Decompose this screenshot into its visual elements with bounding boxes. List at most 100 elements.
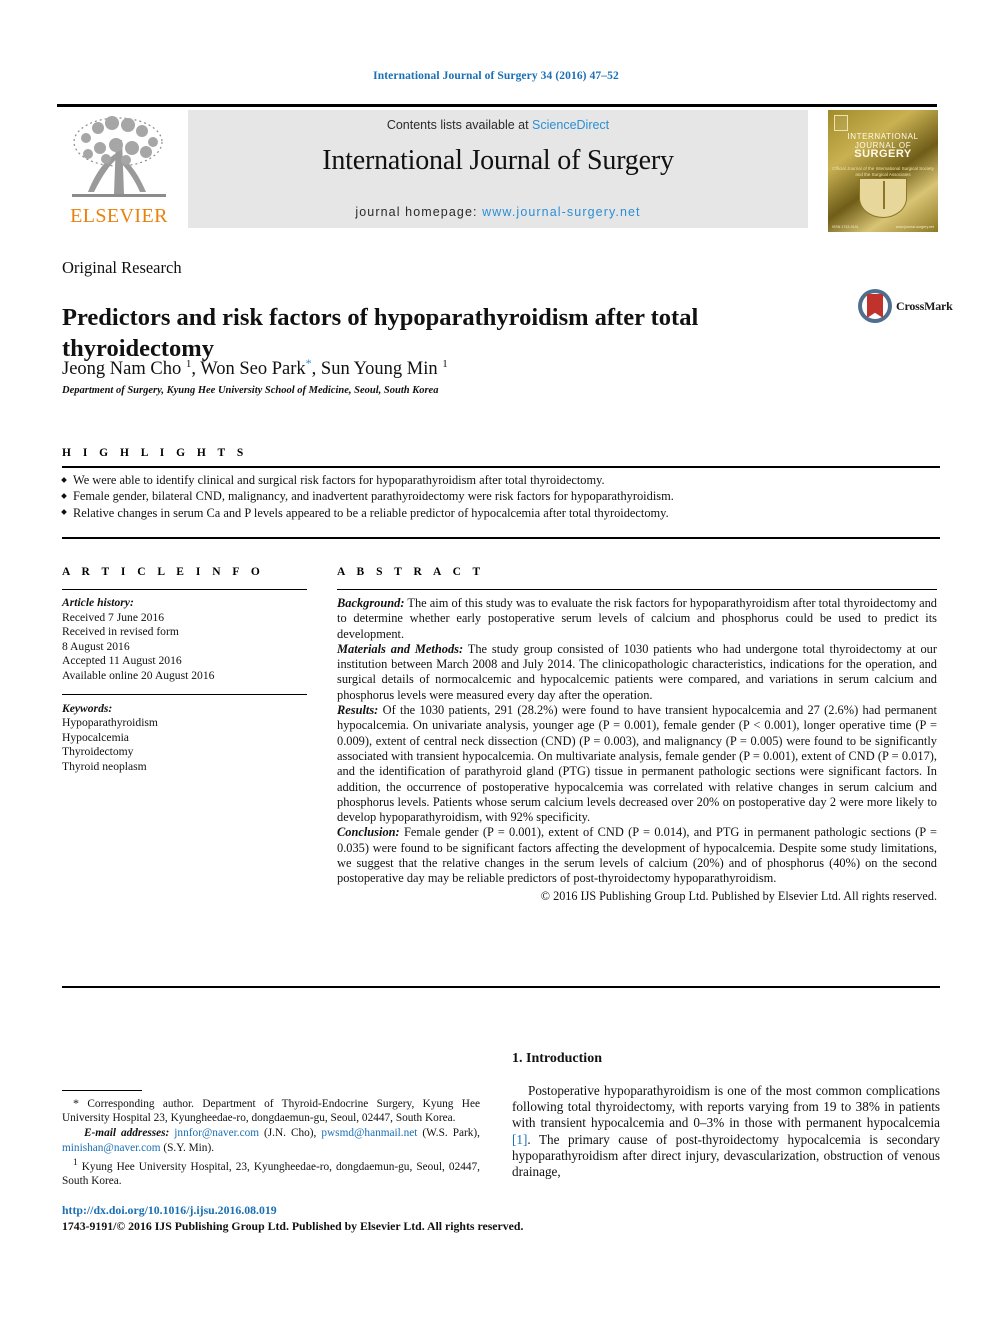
keyword-item: Thyroidectomy bbox=[62, 745, 134, 759]
doi-link[interactable]: http://dx.doi.org/10.1016/j.ijsu.2016.08… bbox=[62, 1203, 277, 1218]
bullet-icon bbox=[61, 493, 67, 499]
cover-title: INTERNATIONAL JOURNAL OF SURGERY bbox=[828, 132, 938, 160]
affiliation-note-1: 1 Kyung Hee University Hospital, 23, Kyu… bbox=[62, 1156, 480, 1188]
introduction-paragraph: Postoperative hypoparathyroidism is one … bbox=[512, 1083, 940, 1180]
highlight-item: Relative changes in serum Ca and P level… bbox=[61, 505, 940, 521]
author-list: Jeong Nam Cho 1, Won Seo Park*, Sun Youn… bbox=[62, 356, 448, 380]
bullet-icon bbox=[61, 509, 67, 516]
abstract-column: Background: The aim of this study was to… bbox=[337, 596, 937, 904]
asterisk-icon: * bbox=[73, 1096, 79, 1110]
cover-elsevier-mark bbox=[834, 115, 848, 131]
article-history-block: Article history: Received 7 June 2016 Rec… bbox=[62, 596, 307, 684]
highlights-top-rule bbox=[62, 466, 940, 468]
abstract-conclusion: Conclusion: Female gender (P = 0.001), e… bbox=[337, 825, 937, 886]
introduction-heading: 1. Introduction bbox=[512, 1051, 602, 1066]
email-owner: (W.S. Park), bbox=[417, 1127, 481, 1140]
abstract-bottom-rule bbox=[62, 986, 940, 988]
footnote-marker-1: 1 bbox=[73, 1157, 78, 1168]
introduction-text-post: . The primary cause of post-thyroidectom… bbox=[512, 1131, 940, 1180]
email-note: E-mail addresses: jnnfor@naver.com (J.N.… bbox=[62, 1126, 480, 1154]
highlights-bottom-rule bbox=[62, 537, 940, 539]
affiliation-note-1-text: Kyung Hee University Hospital, 23, Kyung… bbox=[62, 1160, 480, 1187]
abstract-conclusion-text: Female gender (P = 0.001), extent of CND… bbox=[337, 825, 937, 886]
abstract-results: Results: Of the 1030 patients, 291 (28.2… bbox=[337, 703, 937, 825]
keywords-rule bbox=[62, 693, 307, 695]
paper-page: International Journal of Surgery 34 (201… bbox=[0, 0, 992, 1323]
cover-line1: INTERNATIONAL bbox=[847, 132, 919, 141]
email-link[interactable]: minishan@naver.com bbox=[62, 1142, 161, 1154]
crossmark-label: CrossMark bbox=[896, 299, 953, 313]
footnote-separator-rule bbox=[62, 1090, 142, 1091]
cover-foot-right: www.journal-surgery.net bbox=[895, 225, 934, 229]
running-head: International Journal of Surgery 34 (201… bbox=[373, 70, 619, 82]
abstract-methods: Materials and Methods: The study group c… bbox=[337, 642, 937, 703]
abstract-copyright: © 2016 IJS Publishing Group Ltd. Publish… bbox=[540, 888, 937, 903]
article-history-lines: Received 7 June 2016 Received in revised … bbox=[62, 611, 307, 684]
abstract-methods-label: Materials and Methods: bbox=[337, 641, 464, 656]
corresponding-author-text: Corresponding author. Department of Thyr… bbox=[62, 1098, 480, 1125]
article-history-line: Received in revised form bbox=[62, 625, 179, 639]
article-type: Original Research bbox=[62, 258, 182, 277]
cover-subtitle: Official Journal of the International Su… bbox=[832, 166, 934, 177]
abstract-background-label: Background: bbox=[337, 596, 405, 610]
email-addresses-label: E-mail addresses: bbox=[84, 1127, 170, 1140]
crossmark-icon bbox=[858, 289, 892, 323]
citation-link-1[interactable]: [1] bbox=[512, 1132, 527, 1147]
contents-lists-line: Contents lists available at ScienceDirec… bbox=[188, 118, 808, 132]
email-owner: (S.Y. Min). bbox=[160, 1141, 215, 1154]
abstract-heading: A B S T R A C T bbox=[337, 566, 485, 578]
footnote-column: * Corresponding author. Department of Th… bbox=[62, 1096, 480, 1189]
cover-line3: SURGERY bbox=[854, 148, 912, 160]
email-link[interactable]: jnnfor@naver.com bbox=[174, 1127, 259, 1139]
abstract-results-label: Results: bbox=[337, 703, 379, 718]
highlight-text: Relative changes in serum Ca and P level… bbox=[73, 505, 669, 520]
journal-homepage-line: journal homepage: www.journal-surgery.ne… bbox=[188, 205, 808, 219]
crossmark-badge[interactable]: CrossMark bbox=[858, 288, 953, 328]
elsevier-logo: ELSEVIER bbox=[60, 112, 178, 230]
abstract-background-text: The aim of this study was to evaluate th… bbox=[337, 596, 937, 641]
introduction-text-pre: Postoperative hypoparathyroidism is one … bbox=[512, 1083, 940, 1131]
corresponding-author-note: * Corresponding author. Department of Th… bbox=[62, 1096, 480, 1125]
abstract-conclusion-label: Conclusion: bbox=[337, 825, 400, 840]
elsevier-wordmark: ELSEVIER bbox=[70, 205, 168, 227]
abstract-results-text: Of the 1030 patients, 291 (28.2%) were f… bbox=[337, 703, 937, 825]
highlight-text: We were able to identify clinical and su… bbox=[73, 473, 605, 487]
abstract-rule bbox=[337, 589, 937, 590]
keyword-item: Hypocalcemia bbox=[62, 730, 129, 744]
article-history-line: 8 August 2016 bbox=[62, 639, 130, 653]
article-info-rule bbox=[62, 589, 307, 590]
author-affiliation: Department of Surgery, Kyung Hee Univers… bbox=[62, 385, 439, 396]
cover-crest-icon bbox=[859, 178, 907, 218]
keywords-block: Keywords: Hypoparathyroidism Hypocalcemia… bbox=[62, 702, 307, 775]
sciencedirect-link[interactable]: ScienceDirect bbox=[532, 118, 609, 132]
cover-foot-left: ISSN 1743-9191 bbox=[832, 225, 859, 229]
article-history-line: Received 7 June 2016 bbox=[62, 610, 165, 624]
homepage-url-link[interactable]: www.journal-surgery.net bbox=[482, 205, 640, 219]
contents-prefix: Contents lists available at bbox=[386, 118, 533, 132]
highlight-text: Female gender, bilateral CND, malignancy… bbox=[73, 489, 674, 504]
abstract-background: Background: The aim of this study was to… bbox=[337, 596, 937, 642]
homepage-label: journal homepage: bbox=[355, 205, 483, 219]
article-history-line: Accepted 11 August 2016 bbox=[62, 654, 182, 668]
highlights-heading: H I G H L I G H T S bbox=[62, 447, 248, 459]
article-history-line: Available online 20 August 2016 bbox=[62, 668, 215, 682]
email-link[interactable]: pwsmd@hanmail.net bbox=[321, 1127, 417, 1139]
highlight-item: We were able to identify clinical and su… bbox=[61, 472, 940, 488]
keywords-label: Keywords: bbox=[62, 701, 113, 715]
cover-footer: ISSN 1743-9191 www.journal-surgery.net bbox=[832, 225, 934, 229]
highlights-list: We were able to identify clinical and su… bbox=[61, 472, 940, 521]
issn-copyright-line: 1743-9191/© 2016 IJS Publishing Group Lt… bbox=[62, 1219, 524, 1233]
article-info-heading: A R T I C L E I N F O bbox=[62, 566, 265, 578]
journal-title: International Journal of Surgery bbox=[322, 145, 674, 176]
article-info-column: Article history: Received 7 June 2016 Rec… bbox=[62, 596, 307, 775]
header-top-rule bbox=[57, 104, 937, 107]
bullet-icon bbox=[61, 476, 67, 483]
highlight-item: Female gender, bilateral CND, malignancy… bbox=[61, 488, 940, 504]
keyword-item: Hypoparathyroidism bbox=[62, 716, 158, 730]
email-owner: (J.N. Cho), bbox=[259, 1127, 322, 1140]
article-history-label: Article history: bbox=[62, 596, 134, 609]
journal-cover-image: INTERNATIONAL JOURNAL OF SURGERY Officia… bbox=[828, 110, 938, 232]
elsevier-tree-icon bbox=[72, 116, 166, 197]
keyword-item: Thyroid neoplasm bbox=[62, 759, 147, 773]
keywords-lines: Hypoparathyroidism Hypocalcemia Thyroidect… bbox=[62, 716, 307, 774]
